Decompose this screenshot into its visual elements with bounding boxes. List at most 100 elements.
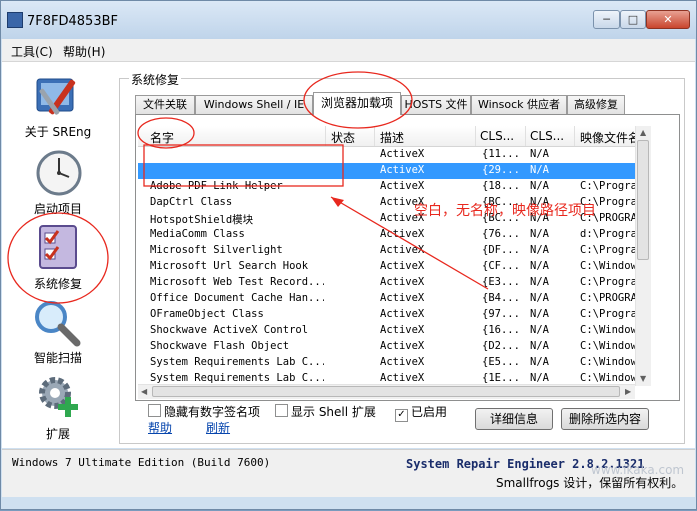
- row-name: Microsoft Web Test Record...: [150, 276, 324, 288]
- row-name: Microsoft Silverlight: [150, 244, 283, 256]
- nav-item-about[interactable]: 关于 SREng: [13, 71, 103, 141]
- tab-winsock-provider[interactable]: Winsock 供应者: [471, 95, 567, 114]
- menu-help[interactable]: 帮助(H): [63, 43, 105, 60]
- row-description: ActiveX: [380, 340, 425, 352]
- horizontal-scroll-thumb[interactable]: [152, 386, 620, 397]
- nav-label-system-repair: 系统修复: [33, 277, 82, 291]
- column-header-status[interactable]: 状态: [331, 129, 355, 146]
- table-row[interactable]: Shockwave ActiveX Control ActiveX {16... N/…: [138, 323, 650, 339]
- table-row[interactable]: Adobe PDF Link Helper ActiveX {18... N/A C:\…: [138, 179, 650, 195]
- row-name: OFrameObject Class: [150, 308, 264, 320]
- enabled-checkbox-box[interactable]: ✓: [395, 409, 408, 422]
- details-button[interactable]: 详细信息: [475, 408, 553, 430]
- nav-label-extensions: 扩展: [45, 427, 70, 441]
- table-row[interactable]: ActiveX {29... N/A: [138, 163, 650, 179]
- magnifier-icon: [35, 301, 81, 347]
- hide-signed-label: 隐藏有数字签名项: [164, 405, 261, 419]
- row-clsid: {29...: [482, 164, 520, 176]
- column-header-description[interactable]: 描述: [380, 129, 404, 146]
- table-row[interactable]: System Requirements Lab C... ActiveX {E5..…: [138, 355, 650, 371]
- table-row[interactable]: Microsoft Web Test Record... ActiveX {E3..…: [138, 275, 650, 291]
- table-row[interactable]: MediaComm Class ActiveX {76... N/A d:\Progra: [138, 227, 650, 243]
- row-clsid-2: N/A: [530, 148, 549, 160]
- maximize-button[interactable]: □: [620, 10, 646, 29]
- row-name: DapCtrl Class: [150, 196, 233, 208]
- row-clsid: {D2...: [482, 340, 520, 352]
- table-row[interactable]: Office Document Cache Han... ActiveX {B4..…: [138, 291, 650, 307]
- column-header-clsid[interactable]: CLS...: [480, 129, 514, 143]
- enabled-label: 已启用: [411, 405, 448, 419]
- delete-selected-button[interactable]: 删除所选内容: [561, 408, 649, 430]
- row-description: ActiveX: [380, 164, 425, 176]
- show-shell-ext-checkbox-box[interactable]: [275, 404, 288, 417]
- row-name: Microsoft Url Search Hook: [150, 260, 309, 272]
- addons-list[interactable]: 名字 状态 描述 CLS... CLS... 映像文件名 ActiveX {11.…: [138, 126, 650, 386]
- table-row[interactable]: Microsoft Url Search Hook ActiveX {CF... N/…: [138, 259, 650, 275]
- row-clsid: {DF...: [482, 244, 520, 256]
- row-description: ActiveX: [380, 324, 425, 336]
- table-row[interactable]: OFrameObject Class ActiveX {97... N/A C:\Pro…: [138, 307, 650, 323]
- hide-signed-checkbox[interactable]: 隐藏有数字签名项: [148, 403, 260, 420]
- row-clsid: {11...: [482, 148, 520, 160]
- checklist-icon: [39, 225, 77, 269]
- table-row[interactable]: Microsoft Silverlight ActiveX {DF... N/A C:\…: [138, 243, 650, 259]
- close-button[interactable]: ✕: [646, 10, 690, 29]
- minimize-button[interactable]: ─: [593, 10, 620, 29]
- column-header-name[interactable]: 名字: [150, 129, 174, 146]
- scroll-left-icon[interactable]: ◀: [141, 387, 147, 396]
- tab-hosts-file[interactable]: HOSTS 文件: [401, 95, 471, 114]
- scroll-right-icon[interactable]: ▶: [625, 387, 631, 396]
- tab-file-association[interactable]: 文件关联: [135, 95, 195, 114]
- row-description: ActiveX: [380, 356, 425, 368]
- row-description: ActiveX: [380, 372, 425, 384]
- clock-icon: [36, 150, 82, 196]
- os-version-text: Windows 7 Ultimate Edition (Build 7600): [12, 456, 271, 469]
- row-clsid: {76...: [482, 228, 520, 240]
- table-row[interactable]: Shockwave Flash Object ActiveX {D2... N/A C:…: [138, 339, 650, 355]
- row-name: Adobe PDF Link Helper: [150, 180, 283, 192]
- annotation-note: 空白，无名称，映像路径项目: [414, 203, 596, 219]
- vertical-scroll-thumb[interactable]: [637, 140, 649, 260]
- tab-windows-shell-ie[interactable]: Windows Shell / IE: [195, 95, 313, 114]
- app-window: 7F8FD4853BF ─ □ ✕ 工具(C) 帮助(H) 关于 SREng 启…: [0, 0, 697, 510]
- row-clsid-2: N/A: [530, 180, 549, 192]
- row-clsid-2: N/A: [530, 372, 549, 384]
- vertical-scrollbar[interactable]: ▲ ▼: [635, 126, 651, 386]
- title-bar[interactable]: 7F8FD4853BF ─ □ ✕: [1, 1, 696, 39]
- column-header-clsid-2[interactable]: CLS...: [530, 129, 564, 143]
- row-description: ActiveX: [380, 148, 425, 160]
- row-clsid-2: N/A: [530, 340, 549, 352]
- hide-signed-checkbox-box[interactable]: [148, 404, 161, 417]
- row-clsid-2: N/A: [530, 164, 549, 176]
- row-clsid: {E3...: [482, 276, 520, 288]
- scroll-down-icon[interactable]: ▼: [640, 374, 646, 383]
- row-description: ActiveX: [380, 244, 425, 256]
- tab-browser-addons[interactable]: 浏览器加载项: [313, 92, 401, 115]
- row-name: MediaComm Class: [150, 228, 245, 240]
- help-link[interactable]: 帮助: [148, 419, 172, 436]
- row-name: Office Document Cache Han...: [150, 292, 324, 304]
- menu-tools[interactable]: 工具(C): [11, 43, 53, 60]
- show-shell-ext-checkbox[interactable]: 显示 Shell 扩展: [275, 403, 376, 420]
- horizontal-scrollbar[interactable]: ◀ ▶: [138, 384, 635, 399]
- row-clsid: {18...: [482, 180, 520, 192]
- row-description: ActiveX: [380, 308, 425, 320]
- row-description: ActiveX: [380, 276, 425, 288]
- row-clsid: {97...: [482, 308, 520, 320]
- menu-bar: 工具(C) 帮助(H): [2, 39, 695, 62]
- enabled-checkbox[interactable]: ✓ 已启用: [395, 403, 447, 422]
- row-name: Shockwave Flash Object: [150, 340, 290, 352]
- nav-item-extensions[interactable]: 扩展: [13, 373, 103, 441]
- scroll-up-icon[interactable]: ▲: [640, 128, 646, 137]
- about-tools-icon: [36, 78, 76, 115]
- row-description: ActiveX: [380, 260, 425, 272]
- nav-item-smart-scan[interactable]: 智能扫描: [13, 299, 103, 365]
- nav-item-startup[interactable]: 启动项目: [13, 149, 103, 216]
- list-header: 名字 状态 描述 CLS... CLS... 映像文件名: [138, 126, 650, 147]
- row-clsid-2: N/A: [530, 292, 549, 304]
- refresh-link[interactable]: 刷新: [206, 419, 230, 436]
- row-name: System Requirements Lab C...: [150, 372, 324, 384]
- tab-advanced-repair[interactable]: 高级修复: [567, 95, 625, 114]
- nav-item-system-repair[interactable]: 系统修复: [13, 223, 103, 291]
- table-row[interactable]: ActiveX {11... N/A: [138, 147, 650, 163]
